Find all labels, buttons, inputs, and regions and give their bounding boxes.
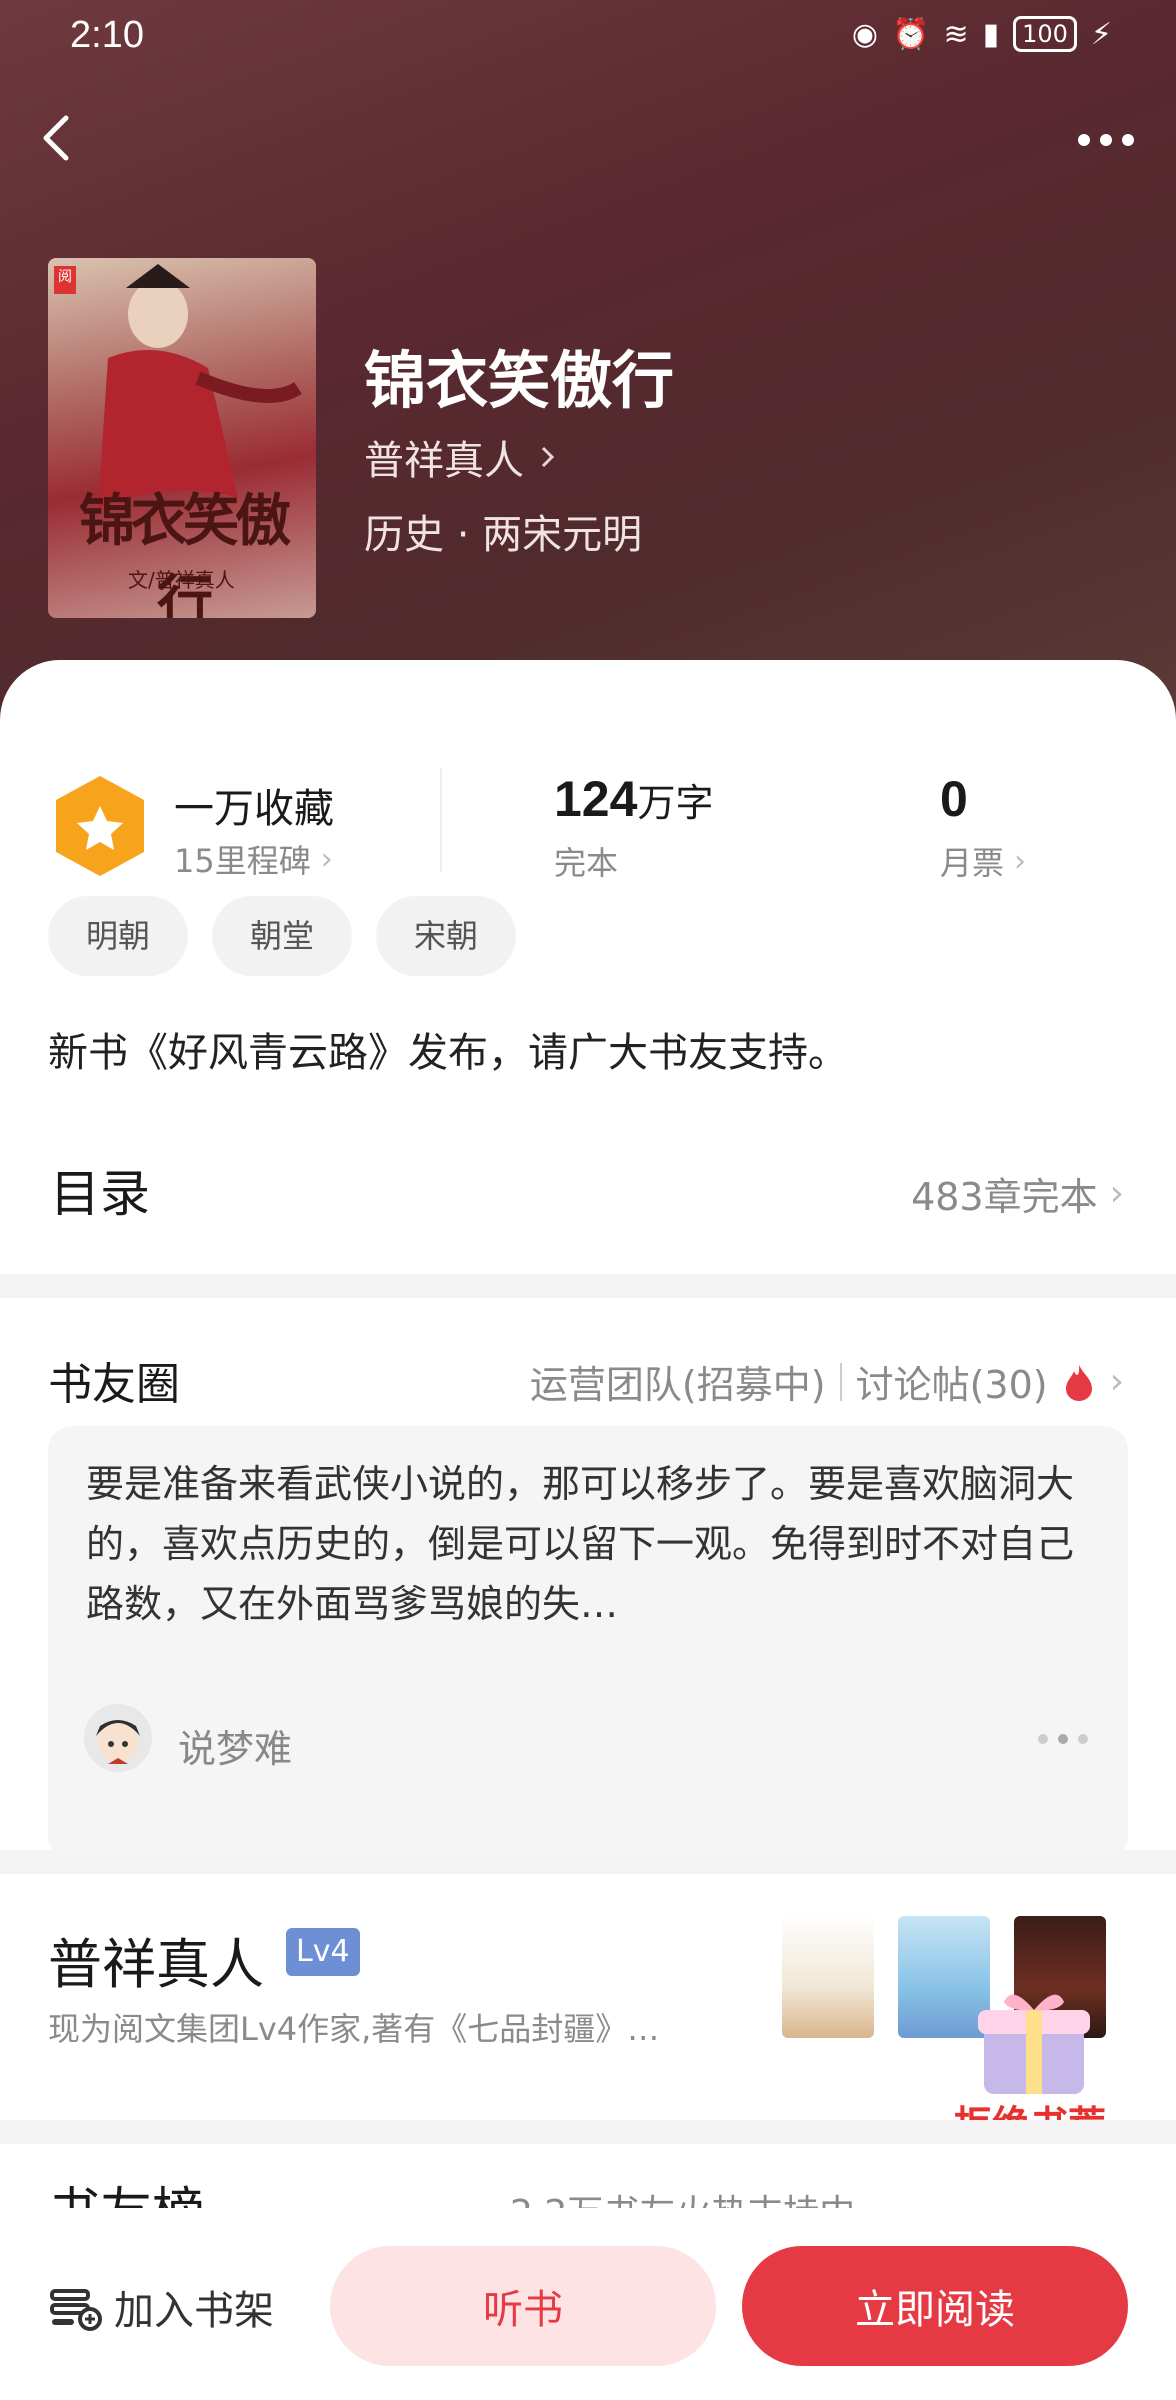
operations-team-link[interactable]: 运营团队(招募中) — [530, 1354, 826, 1409]
post-text: 要是准备来看武侠小说的，那可以移步了。要是喜欢脑洞大的，喜欢点历史的，倒是可以留… — [86, 1462, 1075, 1626]
cover-author: 文/普祥真人 — [128, 568, 235, 592]
status-icons: ◉ ⏰ ≋ ▮ 100 ⚡ — [852, 16, 1112, 52]
status-bar: 2:10 ◉ ⏰ ≋ ▮ 100 ⚡ — [0, 0, 1176, 70]
chevron-right-icon — [541, 446, 555, 468]
discussion-link[interactable]: 讨论帖(30) — [856, 1354, 1048, 1409]
toc-summary: 483章完本 — [911, 1175, 1098, 1219]
charging-icon: ⚡ — [1090, 16, 1112, 52]
chevron-right-icon: › — [1014, 843, 1027, 879]
tag-list: 明朝 朝堂 宋朝 — [48, 896, 517, 976]
author-name: 普祥真人 — [364, 438, 524, 484]
pagination-dots — [1038, 1734, 1088, 1744]
back-arrow-icon[interactable] — [30, 108, 90, 168]
author-section-name[interactable]: 普祥真人 — [48, 1920, 264, 1999]
toc-summary-link: 483章完本 › — [911, 1166, 1124, 1221]
word-count-unit: 万字 — [637, 783, 714, 825]
wifi-icon: ≋ — [943, 16, 969, 52]
add-to-shelf-label: 加入书架 — [114, 2288, 274, 2334]
add-to-shelf-button[interactable]: 加入书架 — [48, 2278, 274, 2336]
collection-label: 一万收藏 — [174, 786, 334, 832]
chevron-right-icon: › — [1109, 1361, 1124, 1402]
more-options-icon[interactable] — [1066, 120, 1146, 160]
divider — [839, 1362, 842, 1401]
book-detail-sheet: 一万收藏 15里程碑 › 124万字 完本 0 月票 › 明朝 朝堂 宋朝 新书… — [0, 660, 1176, 2400]
author-description[interactable]: 现为阅文集团Lv4作家,著有《七品封疆》… — [48, 2004, 738, 2050]
gift-box-icon[interactable] — [964, 1980, 1104, 2100]
book-notice[interactable]: 新书《好风青云路》发布，请广大书友支持。 — [48, 1020, 848, 1078]
milestone-text: 15里程碑 — [174, 842, 311, 880]
bookshelf-add-icon — [50, 2289, 102, 2331]
eye-icon: ◉ — [851, 16, 879, 52]
tag-chip[interactable]: 宋朝 — [376, 896, 517, 976]
word-count: 124万字 — [554, 770, 713, 828]
genre-label[interactable]: 历史 · 两宋元明 — [364, 502, 642, 560]
monthly-votes-value: 0 — [940, 771, 968, 827]
collection-star-icon[interactable] — [52, 772, 148, 880]
author-book-thumbnail[interactable] — [782, 1916, 874, 2038]
status-time: 2:10 — [70, 14, 144, 56]
book-circle-header: 书友圈 运营团队(招募中) 讨论帖(30) › — [0, 1340, 1176, 1420]
chevron-right-icon: › — [1109, 1173, 1124, 1214]
milestone-link[interactable]: 15里程碑 › — [174, 836, 333, 882]
alarm-icon: ⏰ — [892, 16, 930, 52]
divider — [440, 768, 442, 872]
avatar[interactable] — [84, 1704, 152, 1772]
chevron-right-icon: › — [320, 841, 333, 877]
book-circle-links[interactable]: 运营团队(招募中) 讨论帖(30) › — [530, 1354, 1124, 1409]
toc-title: 目录 — [50, 1165, 150, 1223]
battery-icon: 100 — [1013, 16, 1077, 52]
fire-icon — [1065, 1364, 1092, 1401]
table-of-contents-row[interactable]: 目录 483章完本 › — [0, 1136, 1176, 1236]
book-title: 锦衣笑傲行 — [364, 344, 675, 417]
word-count-value: 124 — [554, 771, 638, 827]
section-divider — [0, 2120, 1176, 2144]
cover-title: 锦衣笑傲行 — [79, 488, 291, 618]
featured-post-card[interactable]: 要是准备来看武侠小说的，那可以移步了。要是喜欢脑洞大的，喜欢点历史的，倒是可以留… — [48, 1426, 1128, 1860]
bottom-action-bar: 加入书架 听书 立即阅读 — [0, 2208, 1176, 2400]
top-nav — [0, 100, 1176, 180]
stats-row: 一万收藏 15里程碑 › 124万字 完本 0 月票 › — [0, 710, 1176, 882]
section-divider — [0, 1850, 1176, 1874]
tag-chip[interactable]: 明朝 — [48, 896, 189, 976]
author-link[interactable]: 普祥真人 — [364, 428, 558, 486]
completion-status: 完本 — [554, 844, 619, 882]
avatar-illustration — [96, 1720, 140, 1764]
book-header-background: 2:10 ◉ ⏰ ≋ ▮ 100 ⚡ 阅 锦衣笑傲行 文/普祥真人 锦衣笑傲行 … — [0, 0, 1176, 720]
author-level-badge: Lv4 — [286, 1928, 360, 1976]
monthly-votes-link[interactable]: 月票 › — [940, 838, 1026, 884]
read-now-button[interactable]: 立即阅读 — [742, 2246, 1128, 2366]
monthly-votes-label: 月票 — [940, 844, 1005, 882]
book-cover[interactable]: 阅 锦衣笑傲行 文/普祥真人 — [48, 258, 316, 618]
section-divider — [0, 1274, 1176, 1298]
listen-button[interactable]: 听书 — [330, 2246, 716, 2366]
book-circle-title: 书友圈 — [48, 1359, 180, 1410]
signal-icon: ▮ — [982, 16, 1000, 52]
tag-chip[interactable]: 朝堂 — [212, 896, 353, 976]
poster-name[interactable]: 说梦难 — [178, 1718, 292, 1773]
